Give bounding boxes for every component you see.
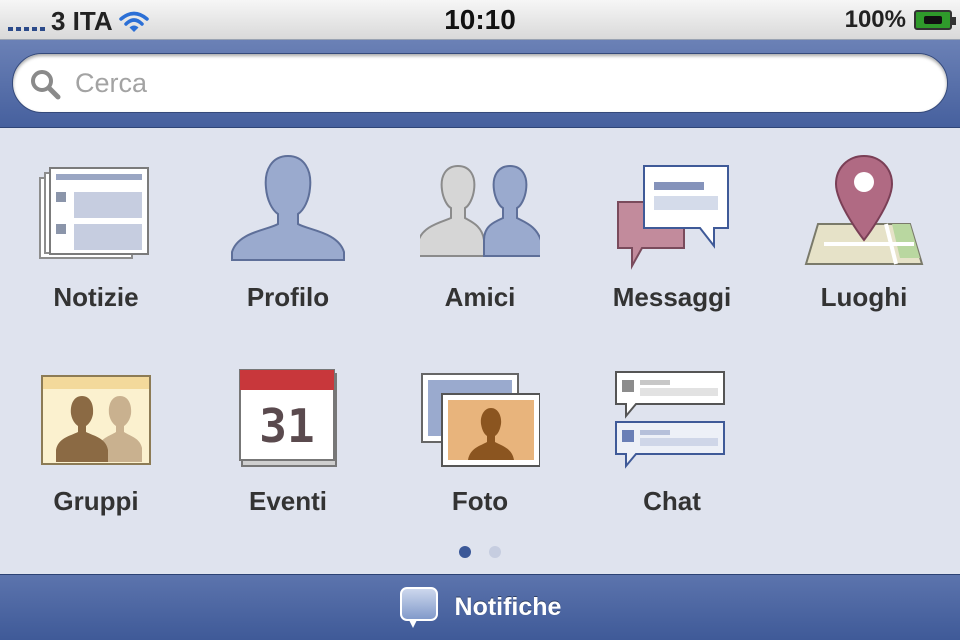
chat-icon (615, 371, 725, 469)
status-bar: 3 ITA 10:10 100% (0, 0, 960, 40)
tile-messaggi[interactable]: Messaggi (576, 128, 768, 318)
tile-profilo[interactable]: Profilo (192, 128, 384, 318)
status-right: 100% (844, 6, 956, 34)
tile-foto[interactable]: Foto (384, 332, 576, 522)
search-field[interactable] (12, 53, 948, 113)
page-dot-1[interactable] (459, 546, 471, 558)
search-input[interactable] (75, 54, 935, 112)
friends-icon (420, 164, 540, 257)
battery-percent: 100% (844, 6, 906, 33)
calendar-day: 31 (259, 399, 314, 453)
tile-notizie[interactable]: Notizie (0, 128, 192, 318)
tile-label: Messaggi (612, 282, 732, 312)
tile-luoghi[interactable]: Luoghi (768, 128, 960, 318)
events-icon: 31 (239, 369, 337, 467)
tile-label: Profilo (246, 282, 330, 312)
messages-icon (617, 165, 729, 270)
groups-icon (41, 375, 151, 465)
tile-amici[interactable]: Amici (384, 128, 576, 318)
notifications-bar[interactable]: Notifiche (0, 574, 960, 640)
tile-label: Foto (451, 486, 509, 516)
tile-label: Gruppi (53, 486, 139, 516)
places-icon (804, 154, 924, 265)
news-feed-icon (39, 167, 149, 259)
tile-label: Eventi (248, 486, 328, 516)
app-grid: Notizie Profilo Amici Messaggi Luoghi Gr… (0, 128, 960, 574)
notifications-icon (399, 586, 438, 628)
tile-chat[interactable]: Chat (576, 332, 768, 522)
tile-gruppi[interactable]: Gruppi (0, 332, 192, 522)
tile-label: Amici (444, 282, 516, 312)
search-bar (0, 40, 960, 128)
photos-icon (421, 373, 540, 467)
page-dot-2[interactable] (489, 546, 501, 558)
status-time: 10:10 (444, 4, 516, 35)
tile-label: Luoghi (820, 282, 908, 312)
tile-label: Notizie (53, 282, 139, 312)
tile-label: Chat (643, 486, 701, 516)
search-icon (31, 70, 61, 100)
tile-eventi[interactable]: 31 Eventi (192, 332, 384, 522)
page-indicator[interactable] (0, 546, 960, 558)
profile-icon (231, 154, 345, 261)
battery-charging-icon (914, 10, 956, 30)
notifications-label: Notifiche (454, 593, 562, 621)
